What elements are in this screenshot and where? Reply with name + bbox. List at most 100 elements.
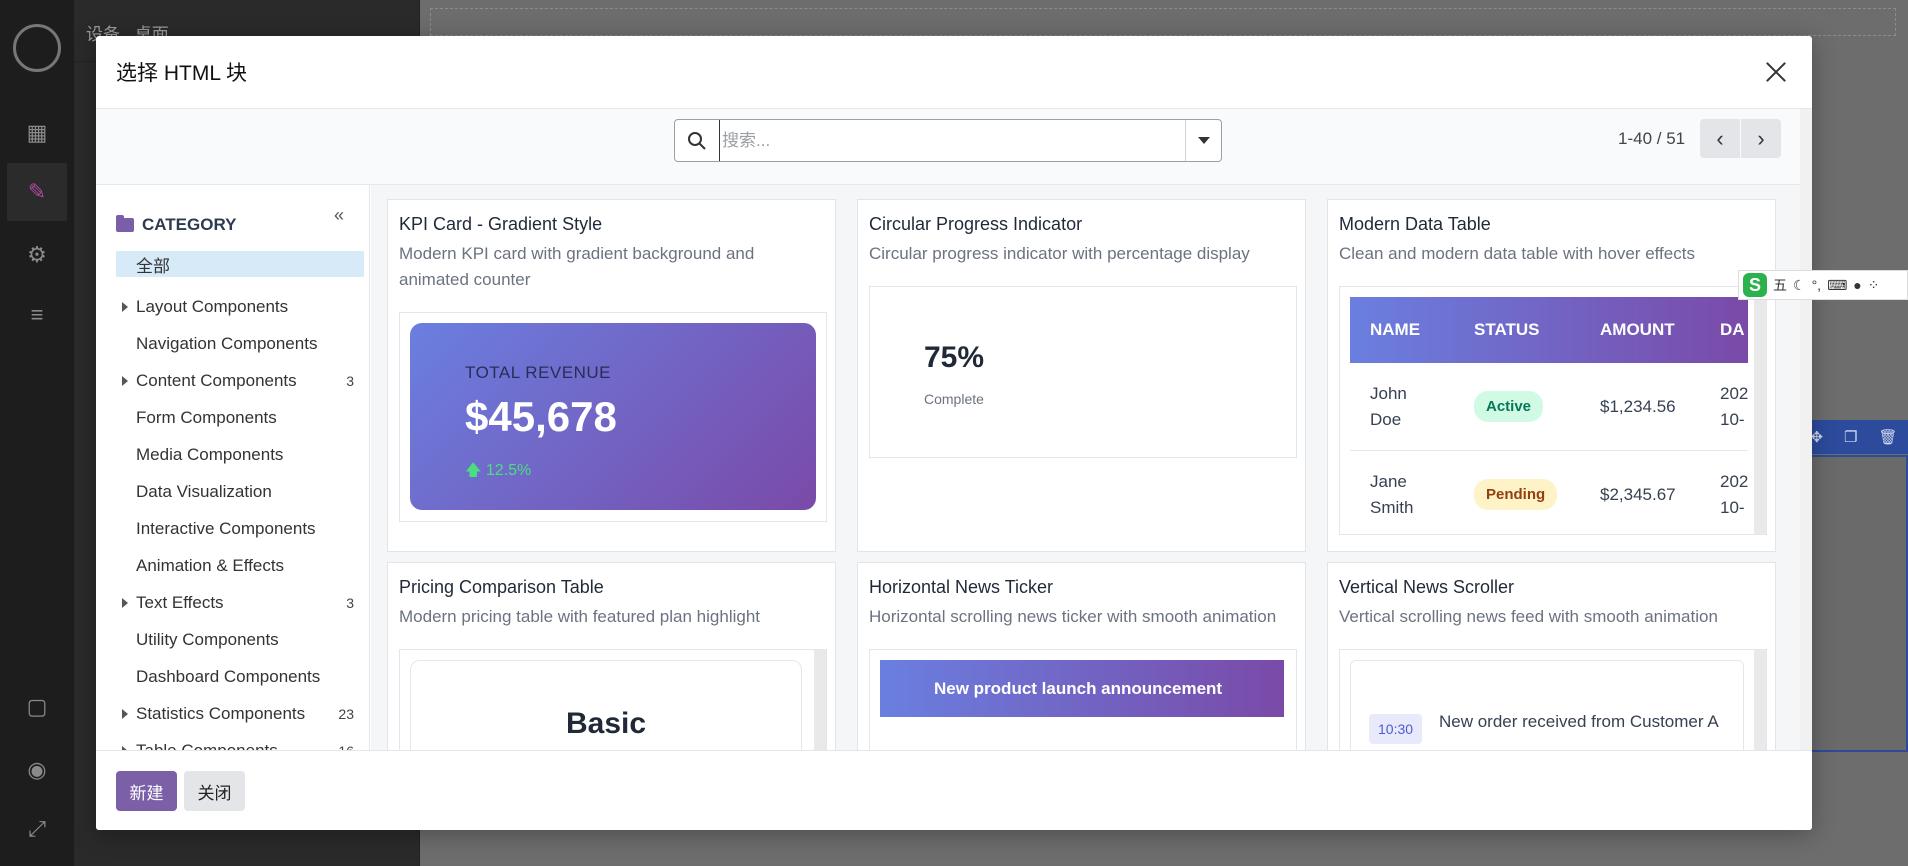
moon-icon[interactable]: ☾ bbox=[1793, 277, 1806, 294]
card-description: Horizontal scrolling news ticker with sm… bbox=[869, 607, 1277, 626]
category-item-navigation[interactable]: Navigation Components bbox=[116, 325, 364, 362]
search-toolbar: 1-40 / 51 ‹ › bbox=[96, 109, 1800, 185]
selection-toolbar: ✥ ❐ 🗑 bbox=[1800, 420, 1908, 454]
category-heading: CATEGORY bbox=[116, 215, 236, 235]
ticker-preview: New product launch announcement bbox=[880, 660, 1284, 717]
category-sidebar: CATEGORY « 全部 Layout Components Navigati… bbox=[96, 185, 370, 750]
card-title: KPI Card - Gradient Style bbox=[399, 214, 603, 234]
close-icon[interactable] bbox=[1760, 56, 1792, 88]
block-grid: KPI Card - Gradient Style Modern KPI car… bbox=[371, 185, 1800, 750]
arrow-up-icon: 🡅 bbox=[465, 462, 482, 479]
block-card-data-table[interactable]: Modern Data Table Clean and modern data … bbox=[1327, 199, 1776, 552]
status-badge: Active bbox=[1474, 391, 1544, 422]
category-list: 全部 Layout Components Navigation Componen… bbox=[116, 251, 364, 750]
block-card-kpi[interactable]: KPI Card - Gradient Style Modern KPI car… bbox=[387, 199, 836, 552]
block-card-news-scroller[interactable]: Vertical News Scroller Vertical scrollin… bbox=[1327, 562, 1776, 750]
category-item-interactive[interactable]: Interactive Components bbox=[116, 510, 364, 547]
block-card-news-ticker[interactable]: Horizontal News Ticker Horizontal scroll… bbox=[857, 562, 1306, 750]
news-time-badge: 10:30 bbox=[1369, 714, 1423, 744]
card-description: Modern KPI card with gradient background… bbox=[399, 244, 755, 289]
blocks-icon[interactable]: ▦ bbox=[24, 120, 50, 146]
pager: ‹ › bbox=[1700, 119, 1781, 158]
sogou-logo-icon[interactable]: S bbox=[1743, 273, 1767, 297]
close-button[interactable]: 关闭 bbox=[184, 771, 245, 811]
square-icon[interactable]: ▢ bbox=[24, 694, 50, 720]
card-preview: New product launch announcement bbox=[869, 649, 1297, 750]
card-description: Clean and modern data table with hover e… bbox=[1339, 244, 1695, 263]
caret-right-icon bbox=[122, 376, 128, 386]
preview-scrollbar[interactable] bbox=[814, 650, 826, 750]
modal-title: 选择 HTML 块 bbox=[116, 62, 248, 85]
table-header: NAME STATUS AMOUNT DA bbox=[1350, 297, 1748, 363]
card-preview: TOTAL REVENUE $45,678 🡅 12.5% bbox=[399, 312, 827, 522]
keyboard-icon[interactable]: ⌨ bbox=[1827, 277, 1847, 294]
block-card-circular-progress[interactable]: Circular Progress Indicator Circular pro… bbox=[857, 199, 1306, 552]
block-card-pricing[interactable]: Pricing Comparison Table Modern pricing … bbox=[387, 562, 836, 750]
card-title: Circular Progress Indicator bbox=[869, 214, 1083, 234]
canvas-grid-row bbox=[430, 8, 1896, 36]
eye-icon[interactable]: ◉ bbox=[24, 757, 50, 783]
card-description: Circular progress indicator with percent… bbox=[869, 244, 1250, 263]
search-dropdown-toggle[interactable] bbox=[1185, 120, 1221, 161]
category-item-data-viz[interactable]: Data Visualization bbox=[116, 473, 364, 510]
card-preview: Basic bbox=[399, 649, 827, 750]
card-title: Horizontal News Ticker bbox=[869, 577, 1054, 597]
new-button[interactable]: 新建 bbox=[116, 771, 177, 811]
category-item-all[interactable]: 全部 bbox=[116, 251, 364, 277]
app-sidebar-rail: ▦ ✎ ⚙ ≡ ▢ ◉ ⤢ bbox=[0, 0, 74, 866]
category-item-layout[interactable]: Layout Components bbox=[116, 288, 364, 325]
ime-mode[interactable]: 五 bbox=[1773, 275, 1787, 295]
kpi-preview: TOTAL REVENUE $45,678 🡅 12.5% bbox=[410, 323, 816, 510]
caret-down-icon bbox=[1197, 136, 1210, 144]
grid-icon[interactable]: ⁘ bbox=[1868, 277, 1880, 294]
search-box bbox=[674, 119, 1222, 162]
caret-right-icon bbox=[122, 709, 128, 719]
collapse-sidebar-icon[interactable]: « bbox=[334, 205, 344, 226]
category-item-utility[interactable]: Utility Components bbox=[116, 621, 364, 658]
table-row: John Doe Active $1,234.56 202 10- bbox=[1350, 363, 1748, 451]
layers-icon[interactable]: ≡ bbox=[24, 302, 50, 328]
card-title: Vertical News Scroller bbox=[1339, 577, 1515, 597]
preview-scrollbar[interactable] bbox=[1754, 650, 1766, 750]
category-item-animation[interactable]: Animation & Effects bbox=[116, 547, 364, 584]
app-logo bbox=[13, 24, 61, 72]
category-item-dashboard[interactable]: Dashboard Components bbox=[116, 658, 364, 695]
select-html-block-modal: 选择 HTML 块 1-40 / 51 ‹ › CATEGORY « 全部 La… bbox=[96, 36, 1812, 830]
card-description: Vertical scrolling news feed with smooth… bbox=[1339, 607, 1718, 626]
delete-icon[interactable]: 🗑 bbox=[1878, 428, 1897, 446]
search-input[interactable] bbox=[719, 120, 1185, 161]
category-item-table[interactable]: Table Components16 bbox=[116, 732, 364, 750]
card-preview: 10:30 New order received from Customer A bbox=[1339, 649, 1767, 750]
caret-right-icon bbox=[122, 302, 128, 312]
gear-icon[interactable]: ⚙ bbox=[24, 242, 50, 268]
brush-icon[interactable]: ✎ bbox=[7, 163, 67, 221]
ime-toolbar: S 五 ☾ °, ⌨ ● ⁘ bbox=[1738, 270, 1908, 300]
preview-scrollbar[interactable] bbox=[1754, 287, 1766, 534]
category-item-form[interactable]: Form Components bbox=[116, 399, 364, 436]
user-icon[interactable]: ● bbox=[1853, 277, 1861, 293]
table-row: Jane Smith Pending $2,345.67 202 10- bbox=[1350, 451, 1748, 534]
category-item-statistics[interactable]: Statistics Components 23 bbox=[116, 695, 364, 732]
fullscreen-icon[interactable]: ⤢ bbox=[24, 816, 50, 842]
search-icon bbox=[675, 131, 719, 151]
copy-icon[interactable]: ❐ bbox=[1844, 428, 1857, 446]
punctuation-icon[interactable]: °, bbox=[1812, 277, 1822, 293]
modal-header: 选择 HTML 块 bbox=[96, 36, 1812, 109]
card-description: Modern pricing table with featured plan … bbox=[399, 607, 761, 626]
card-preview: 75% Complete bbox=[869, 286, 1297, 458]
caret-right-icon bbox=[122, 598, 128, 608]
chevron-right-icon[interactable]: › bbox=[1741, 119, 1781, 158]
pager-range: 1-40 / 51 bbox=[1618, 129, 1686, 148]
folder-icon bbox=[116, 215, 134, 232]
category-item-text-effects[interactable]: Text Effects 3 bbox=[116, 584, 364, 621]
category-item-content[interactable]: Content Components 3 bbox=[116, 362, 364, 399]
status-badge: Pending bbox=[1474, 479, 1558, 510]
modal-footer: 新建 关闭 bbox=[96, 750, 1812, 830]
category-item-media[interactable]: Media Components bbox=[116, 436, 364, 473]
card-preview: NAME STATUS AMOUNT DA John Doe Active $1… bbox=[1339, 286, 1767, 535]
move-icon[interactable]: ✥ bbox=[1810, 428, 1823, 446]
card-title: Pricing Comparison Table bbox=[399, 577, 604, 597]
card-title: Modern Data Table bbox=[1339, 214, 1491, 234]
chevron-left-icon[interactable]: ‹ bbox=[1700, 119, 1740, 158]
modal-scrollbar[interactable] bbox=[1800, 109, 1812, 750]
